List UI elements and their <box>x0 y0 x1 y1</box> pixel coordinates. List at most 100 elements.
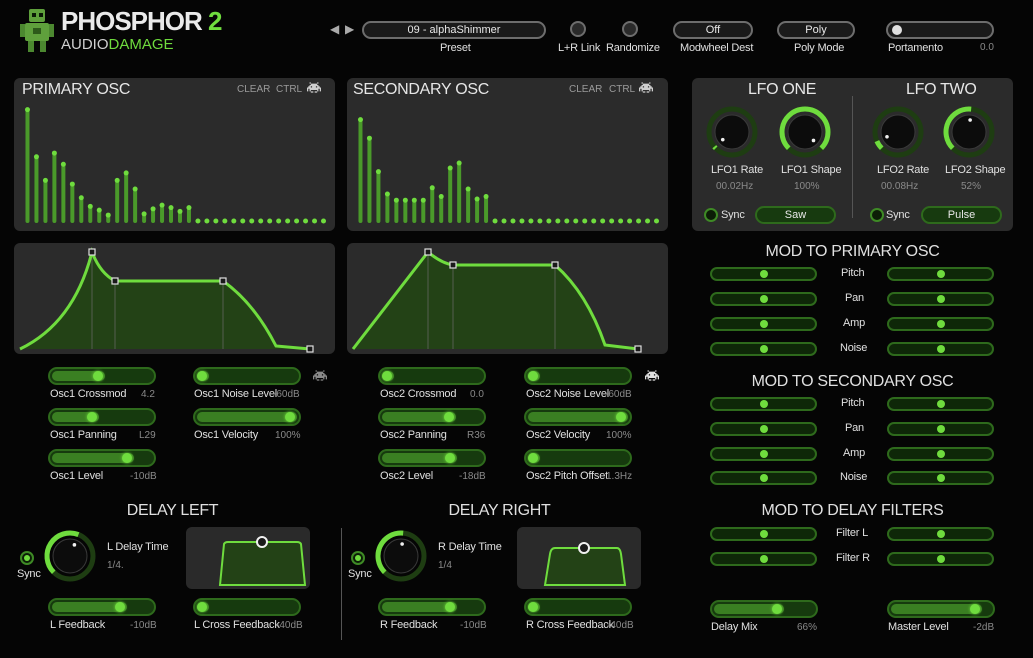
lfo2-rate-knob[interactable] <box>870 104 926 160</box>
mod-filter-r-lfo2[interactable] <box>887 552 994 566</box>
harmonic-bar[interactable] <box>366 135 372 223</box>
delay-mix-slider[interactable] <box>710 600 818 618</box>
harmonic-bar[interactable] <box>294 218 300 224</box>
primary-harmonics-graph[interactable] <box>18 96 331 227</box>
harmonic-bar[interactable] <box>564 218 570 224</box>
osc2-panning-slider[interactable] <box>378 408 486 426</box>
harmonic-bar[interactable] <box>276 218 282 224</box>
master-level-slider[interactable] <box>887 600 995 618</box>
mod-secondary-amp-lfo2[interactable] <box>887 447 994 461</box>
harmonic-bar[interactable] <box>222 218 228 224</box>
l-cross-feedback-slider[interactable] <box>193 598 301 616</box>
r-cross-feedback-slider[interactable] <box>524 598 632 616</box>
randomize-button[interactable] <box>622 21 638 37</box>
harmonic-bar[interactable] <box>51 150 57 223</box>
harmonic-bar[interactable] <box>33 154 39 223</box>
mod-primary-amp-lfo2[interactable] <box>887 317 994 331</box>
harmonic-bar[interactable] <box>42 177 48 223</box>
mod-primary-pitch-lfo2[interactable] <box>887 267 994 281</box>
mod-primary-pan-lfo1[interactable] <box>710 292 817 306</box>
lfo1-sync-toggle[interactable] <box>704 208 718 222</box>
harmonic-bar[interactable] <box>105 212 111 223</box>
slider-knob[interactable] <box>528 602 538 612</box>
lr-link-toggle[interactable] <box>570 21 586 37</box>
harmonic-bar[interactable] <box>213 218 219 224</box>
slider-knob[interactable] <box>443 412 454 422</box>
harmonic-bar[interactable] <box>357 117 363 223</box>
delay-left-time-knob[interactable] <box>42 528 98 584</box>
harmonic-bar[interactable] <box>186 205 192 223</box>
delay-right-sync-toggle[interactable] <box>351 551 365 565</box>
harmonic-bar[interactable] <box>303 218 309 224</box>
harmonic-bar[interactable] <box>168 205 174 223</box>
slider-knob[interactable] <box>197 602 207 612</box>
osc2-pitch-offset-slider[interactable] <box>524 449 632 467</box>
harmonic-bar[interactable] <box>141 211 147 223</box>
delay-left-filter-graph[interactable] <box>186 527 310 589</box>
harmonic-bar[interactable] <box>204 218 210 224</box>
harmonic-bar[interactable] <box>618 218 624 224</box>
harmonic-bar[interactable] <box>123 170 129 223</box>
delay-right-time-knob[interactable] <box>373 528 429 584</box>
slider-knob[interactable] <box>528 371 538 381</box>
harmonic-bar[interactable] <box>438 193 444 223</box>
mod-secondary-amp-lfo1[interactable] <box>710 447 817 461</box>
harmonic-bar[interactable] <box>456 160 462 224</box>
mod-filter-l-lfo2[interactable] <box>887 527 994 541</box>
harmonic-bar[interactable] <box>78 195 84 223</box>
harmonic-bar[interactable] <box>267 218 273 224</box>
harmonic-bar[interactable] <box>321 218 327 224</box>
harmonic-bar[interactable] <box>258 218 264 224</box>
harmonic-bar[interactable] <box>609 218 615 224</box>
harmonic-bar[interactable] <box>636 218 642 224</box>
harmonic-bar[interactable] <box>69 181 75 223</box>
secondary-harmonics-graph[interactable] <box>351 96 664 227</box>
mod-secondary-pitch-lfo2[interactable] <box>887 397 994 411</box>
osc2-crossmod-slider[interactable] <box>378 367 486 385</box>
harmonic-bar[interactable] <box>24 107 30 223</box>
osc1-panning-slider[interactable] <box>48 408 156 426</box>
lfo1-wave-selector[interactable]: Saw <box>755 206 836 224</box>
harmonic-bar[interactable] <box>195 218 201 224</box>
lfo1-rate-knob[interactable] <box>704 104 760 160</box>
harmonic-bar[interactable] <box>312 218 318 224</box>
primary-envelope-graph[interactable] <box>14 243 335 354</box>
harmonic-bar[interactable] <box>645 218 651 224</box>
harmonic-bar[interactable] <box>231 218 237 224</box>
harmonic-bar[interactable] <box>465 186 471 223</box>
harmonic-bar[interactable] <box>447 165 453 223</box>
osc2-level-slider[interactable] <box>378 449 486 467</box>
harmonic-bar[interactable] <box>420 197 426 223</box>
preset-selector[interactable]: 09 - alphaShimmer <box>362 21 546 39</box>
mod-secondary-noise-lfo2[interactable] <box>887 471 994 485</box>
mod-primary-pitch-lfo1[interactable] <box>710 267 817 281</box>
harmonic-bar[interactable] <box>537 218 543 224</box>
delay-left-sync-toggle[interactable] <box>20 551 34 565</box>
harmonic-bar[interactable] <box>132 186 138 223</box>
lfo2-sync-toggle[interactable] <box>870 208 884 222</box>
harmonic-bar[interactable] <box>411 197 417 223</box>
harmonic-bar[interactable] <box>528 218 534 224</box>
harmonic-bar[interactable] <box>627 218 633 224</box>
secondary-ctrl-button[interactable]: CTRL <box>609 84 635 95</box>
invader-icon[interactable] <box>313 370 327 381</box>
harmonic-bar[interactable] <box>384 191 390 224</box>
harmonic-bar[interactable] <box>87 203 93 223</box>
harmonic-bar[interactable] <box>177 208 183 223</box>
mod-filter-l-lfo1[interactable] <box>710 527 817 541</box>
mod-secondary-pitch-lfo1[interactable] <box>710 397 817 411</box>
mod-primary-amp-lfo1[interactable] <box>710 317 817 331</box>
harmonic-bar[interactable] <box>501 218 507 224</box>
l-feedback-slider[interactable] <box>48 598 156 616</box>
mod-secondary-noise-lfo1[interactable] <box>710 471 817 485</box>
harmonic-bar[interactable] <box>393 197 399 223</box>
portamento-slider[interactable] <box>886 21 994 39</box>
preset-prev-icon[interactable]: ◀ <box>330 22 339 36</box>
harmonic-bar[interactable] <box>600 218 606 224</box>
harmonic-bar[interactable] <box>402 197 408 223</box>
harmonic-bar[interactable] <box>114 177 120 223</box>
invader-icon[interactable] <box>645 370 659 381</box>
harmonic-bar[interactable] <box>510 218 516 224</box>
osc2-noise-slider[interactable] <box>524 367 632 385</box>
harmonic-bar[interactable] <box>591 218 597 224</box>
